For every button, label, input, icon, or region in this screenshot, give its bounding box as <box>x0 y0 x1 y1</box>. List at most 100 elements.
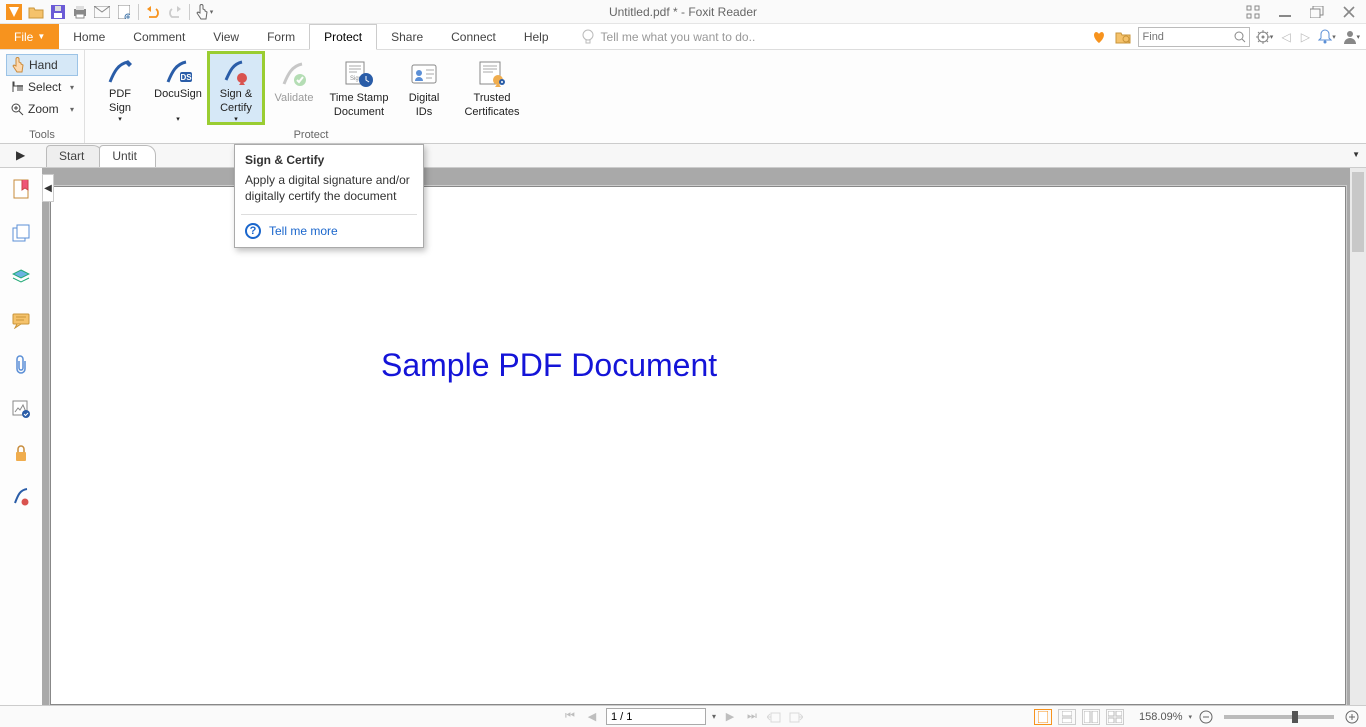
continuous-facing-view-icon[interactable] <box>1106 709 1124 725</box>
tool-zoom-label: Zoom <box>28 102 59 116</box>
file-tab[interactable]: File▼ <box>0 24 59 49</box>
svg-text:DS: DS <box>180 73 192 82</box>
document-heading: Sample PDF Document <box>381 347 717 384</box>
scroll-thumb[interactable] <box>1352 172 1364 252</box>
open-icon[interactable] <box>26 2 46 22</box>
email-icon[interactable] <box>92 2 112 22</box>
redo-icon[interactable] <box>165 2 185 22</box>
timestamp-button[interactable]: Sign Time Stamp Document <box>323 52 395 124</box>
tab-list-dropdown-icon[interactable]: ▼ <box>1352 150 1360 159</box>
tool-zoom[interactable]: Zoom▾ <box>6 98 78 120</box>
trusted-certs-button[interactable]: Trusted Certificates <box>453 52 531 124</box>
tab-view[interactable]: View <box>199 24 253 49</box>
tool-select[interactable]: Select▾ <box>6 76 78 98</box>
next-page-icon[interactable]: ▶ <box>722 709 738 725</box>
signatures-icon[interactable] <box>10 486 32 508</box>
heart-icon[interactable] <box>1090 28 1108 46</box>
image-check-icon[interactable] <box>10 398 32 420</box>
page-input[interactable] <box>606 708 706 725</box>
prev-view-icon[interactable] <box>766 709 782 725</box>
last-page-icon[interactable]: ⏭ <box>744 709 760 725</box>
tell-me-placeholder: Tell me what you want to do.. <box>601 30 756 44</box>
digital-ids-icon <box>408 58 440 90</box>
single-page-view-icon[interactable] <box>1034 709 1052 725</box>
menu-strip: File▼ Home Comment View Form Protect Sha… <box>0 24 1366 50</box>
document-tab-strip: ▶ Start Untit ▼ <box>0 144 1366 168</box>
zoom-slider[interactable] <box>1224 715 1334 719</box>
window-title: Untitled.pdf * - Foxit Reader <box>609 5 757 19</box>
document-viewport[interactable]: Sample PDF Document <box>42 168 1366 705</box>
docusign-label: DocuSign <box>154 88 202 102</box>
validate-label: Validate <box>275 92 314 106</box>
print-icon[interactable] <box>70 2 90 22</box>
nav-pane-expand-icon[interactable]: ▶ <box>16 148 25 162</box>
navigation-pane <box>0 168 42 705</box>
digital-ids-button[interactable]: Digital IDs <box>395 52 453 124</box>
foxit-logo-icon[interactable] <box>4 2 24 22</box>
continuous-view-icon[interactable] <box>1058 709 1076 725</box>
workspace: ◀ Sample PDF Document <box>0 168 1366 705</box>
save-icon[interactable] <box>48 2 68 22</box>
tab-protect[interactable]: Protect <box>309 24 377 50</box>
pdf-sign-button[interactable]: PDF Sign▾ <box>91 52 149 124</box>
zoom-out-icon[interactable] <box>1198 709 1214 725</box>
menu-right-cluster: ▾ ◁ ▷ ▾ ▾ <box>1090 24 1366 49</box>
vertical-scrollbar[interactable] <box>1350 168 1366 705</box>
tab-home[interactable]: Home <box>59 24 119 49</box>
tab-form[interactable]: Form <box>253 24 309 49</box>
separator <box>189 4 190 20</box>
doc-tab-untitled[interactable]: Untit <box>99 145 156 167</box>
tab-share[interactable]: Share <box>377 24 437 49</box>
security-icon[interactable] <box>10 442 32 464</box>
layers-icon[interactable] <box>10 266 32 288</box>
chevron-down-icon[interactable]: ▾ <box>712 712 716 721</box>
separator <box>138 4 139 20</box>
bookmarks-icon[interactable] <box>10 178 32 200</box>
search-folder-icon[interactable] <box>1114 28 1132 46</box>
doc-tab-start[interactable]: Start <box>46 145 103 167</box>
minimize-icon[interactable] <box>1274 1 1296 23</box>
notification-icon[interactable]: ▾ <box>1318 28 1336 46</box>
find-options-icon[interactable]: ▾ <box>1256 28 1274 46</box>
tell-me-search[interactable]: Tell me what you want to do.. <box>581 24 1090 49</box>
find-input[interactable] <box>1138 27 1250 47</box>
tab-connect[interactable]: Connect <box>437 24 510 49</box>
next-view-icon[interactable] <box>788 709 804 725</box>
new-blank-icon[interactable] <box>114 2 134 22</box>
zoom-slider-handle[interactable] <box>1292 711 1298 723</box>
group-protect: PDF Sign▾ DS DocuSign▾ Sign & Certify▾ V… <box>85 50 537 143</box>
ribbon-display-icon[interactable] <box>1242 1 1264 23</box>
restore-icon[interactable] <box>1306 1 1328 23</box>
docusign-button[interactable]: DS DocuSign▾ <box>149 52 207 124</box>
quick-access-toolbar: ▾ <box>0 0 214 23</box>
undo-icon[interactable] <box>143 2 163 22</box>
touch-mode-icon[interactable]: ▾ <box>194 2 214 22</box>
timestamp-icon: Sign <box>343 58 375 90</box>
nav-collapse-handle[interactable]: ◀ <box>42 174 54 202</box>
tab-comment[interactable]: Comment <box>119 24 199 49</box>
close-icon[interactable] <box>1338 1 1360 23</box>
find-prev-icon[interactable]: ◁ <box>1280 30 1293 44</box>
chevron-down-icon[interactable]: ▾ <box>1188 713 1192 721</box>
tool-hand[interactable]: Hand <box>6 54 78 76</box>
tooltip-sign-certify: Sign & Certify Apply a digital signature… <box>234 144 424 248</box>
comments-icon[interactable] <box>10 310 32 332</box>
status-bar: ⏮ ◀ ▾ ▶ ⏭ 158.09% ▾ <box>0 705 1366 727</box>
first-page-icon[interactable]: ⏮ <box>562 709 578 725</box>
find-next-icon[interactable]: ▷ <box>1299 30 1312 44</box>
chevron-down-icon: ▼ <box>37 32 45 41</box>
pages-icon[interactable] <box>10 222 32 244</box>
tab-help[interactable]: Help <box>510 24 563 49</box>
group-label-protect: Protect <box>294 127 329 143</box>
find-wrapper <box>1138 27 1250 47</box>
prev-page-icon[interactable]: ◀ <box>584 709 600 725</box>
group-tools: Hand Select▾ Zoom▾ Tools <box>0 50 85 143</box>
tool-select-label: Select <box>28 80 61 94</box>
tell-me-more-link[interactable]: ? Tell me more <box>245 223 413 239</box>
zoom-in-icon[interactable] <box>1344 709 1360 725</box>
attachments-icon[interactable] <box>10 354 32 376</box>
user-account-icon[interactable]: ▾ <box>1342 28 1360 46</box>
sign-certify-button[interactable]: Sign & Certify▾ <box>207 51 265 125</box>
facing-view-icon[interactable] <box>1082 709 1100 725</box>
tooltip-title: Sign & Certify <box>245 153 413 167</box>
